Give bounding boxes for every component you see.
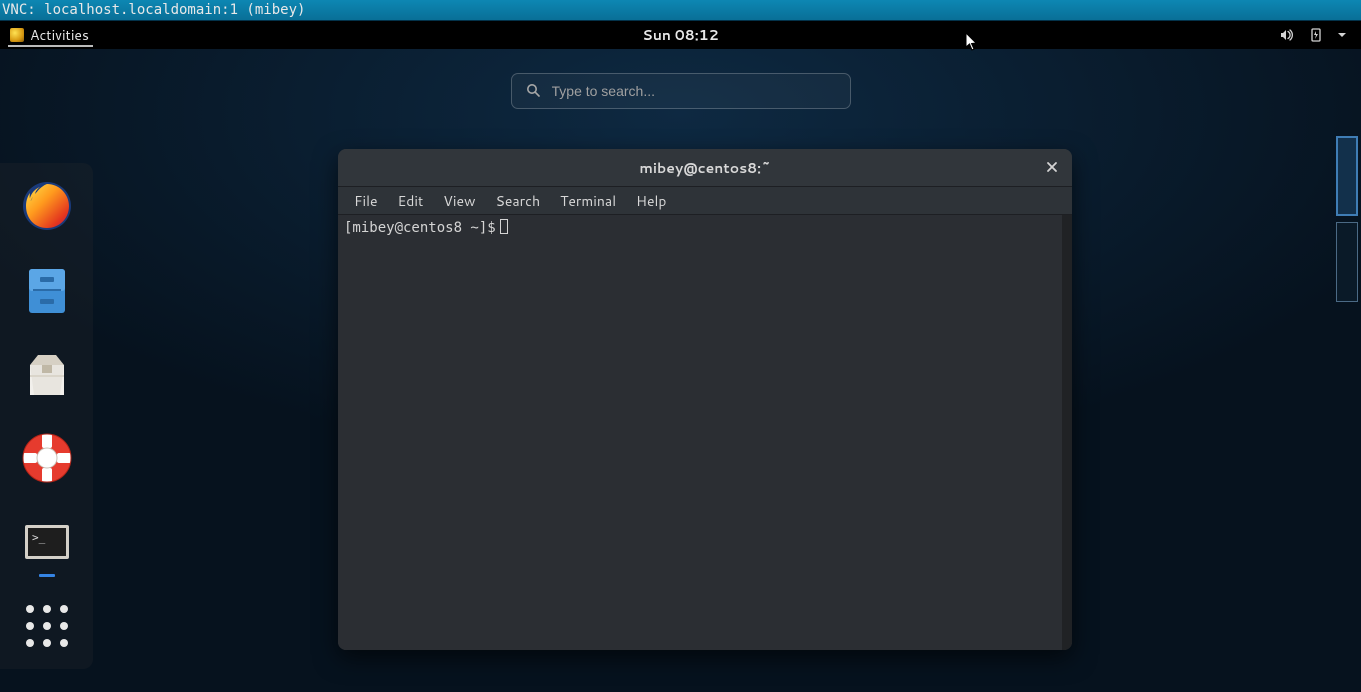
terminal-prompt: [mibey@centos8 ~]$ — [344, 220, 496, 236]
vnc-titlebar: VNC: localhost.localdomain:1 (mibey) — [0, 0, 1361, 21]
software-icon — [20, 347, 74, 401]
dock-app-firefox[interactable] — [20, 179, 74, 233]
terminal-body[interactable]: [mibey@centos8 ~]$ — [338, 215, 1072, 650]
activities-button[interactable]: Activities — [8, 23, 93, 47]
dock-app-terminal[interactable]: >_ — [20, 515, 74, 569]
show-apps-button[interactable] — [26, 605, 68, 647]
volume-icon[interactable] — [1279, 27, 1295, 43]
terminal-icon: >_ — [20, 515, 74, 569]
dock: >_ — [0, 163, 93, 669]
workspace-2[interactable] — [1336, 222, 1358, 302]
dock-app-files[interactable] — [20, 263, 74, 317]
vnc-title-text: VNC: localhost.localdomain:1 (mibey) — [2, 2, 305, 18]
dock-app-help[interactable] — [20, 431, 74, 485]
workspace-switcher[interactable] — [1336, 136, 1361, 308]
search-input[interactable] — [552, 83, 836, 99]
activities-label: Activities — [30, 25, 89, 45]
dock-app-software[interactable] — [20, 347, 74, 401]
workspace-1[interactable] — [1336, 136, 1358, 216]
top-panel: Activities Sun 08:12 — [0, 21, 1361, 49]
power-icon[interactable] — [1309, 27, 1323, 43]
search-icon — [526, 80, 540, 103]
menu-search[interactable]: Search — [486, 187, 551, 215]
system-tray[interactable] — [1279, 27, 1347, 43]
help-icon — [20, 431, 74, 485]
chevron-down-icon[interactable] — [1337, 30, 1347, 40]
grid-icon — [26, 605, 68, 647]
close-button[interactable] — [1042, 158, 1062, 178]
menu-terminal[interactable]: Terminal — [550, 187, 626, 215]
terminal-title: mibey@centos8:~ — [639, 158, 770, 178]
overview-search[interactable] — [511, 73, 851, 109]
firefox-icon — [20, 179, 74, 233]
menu-edit[interactable]: Edit — [388, 187, 434, 215]
menu-help[interactable]: Help — [626, 187, 676, 215]
close-icon — [1046, 156, 1058, 179]
menu-file[interactable]: File — [344, 187, 388, 215]
terminal-window[interactable]: mibey@centos8:~ File Edit View Search Te… — [338, 149, 1072, 650]
desktop: www.kifarunix.com — [0, 49, 1361, 692]
clock[interactable]: Sun 08:12 — [642, 25, 718, 45]
menu-view[interactable]: View — [433, 187, 485, 215]
terminal-cursor — [500, 219, 508, 234]
svg-text:>_: >_ — [32, 531, 46, 544]
terminal-scrollbar[interactable] — [1062, 215, 1072, 650]
activities-icon — [10, 28, 24, 42]
files-icon — [20, 263, 74, 317]
terminal-menubar: File Edit View Search Terminal Help — [338, 187, 1072, 215]
terminal-titlebar[interactable]: mibey@centos8:~ — [338, 149, 1072, 187]
